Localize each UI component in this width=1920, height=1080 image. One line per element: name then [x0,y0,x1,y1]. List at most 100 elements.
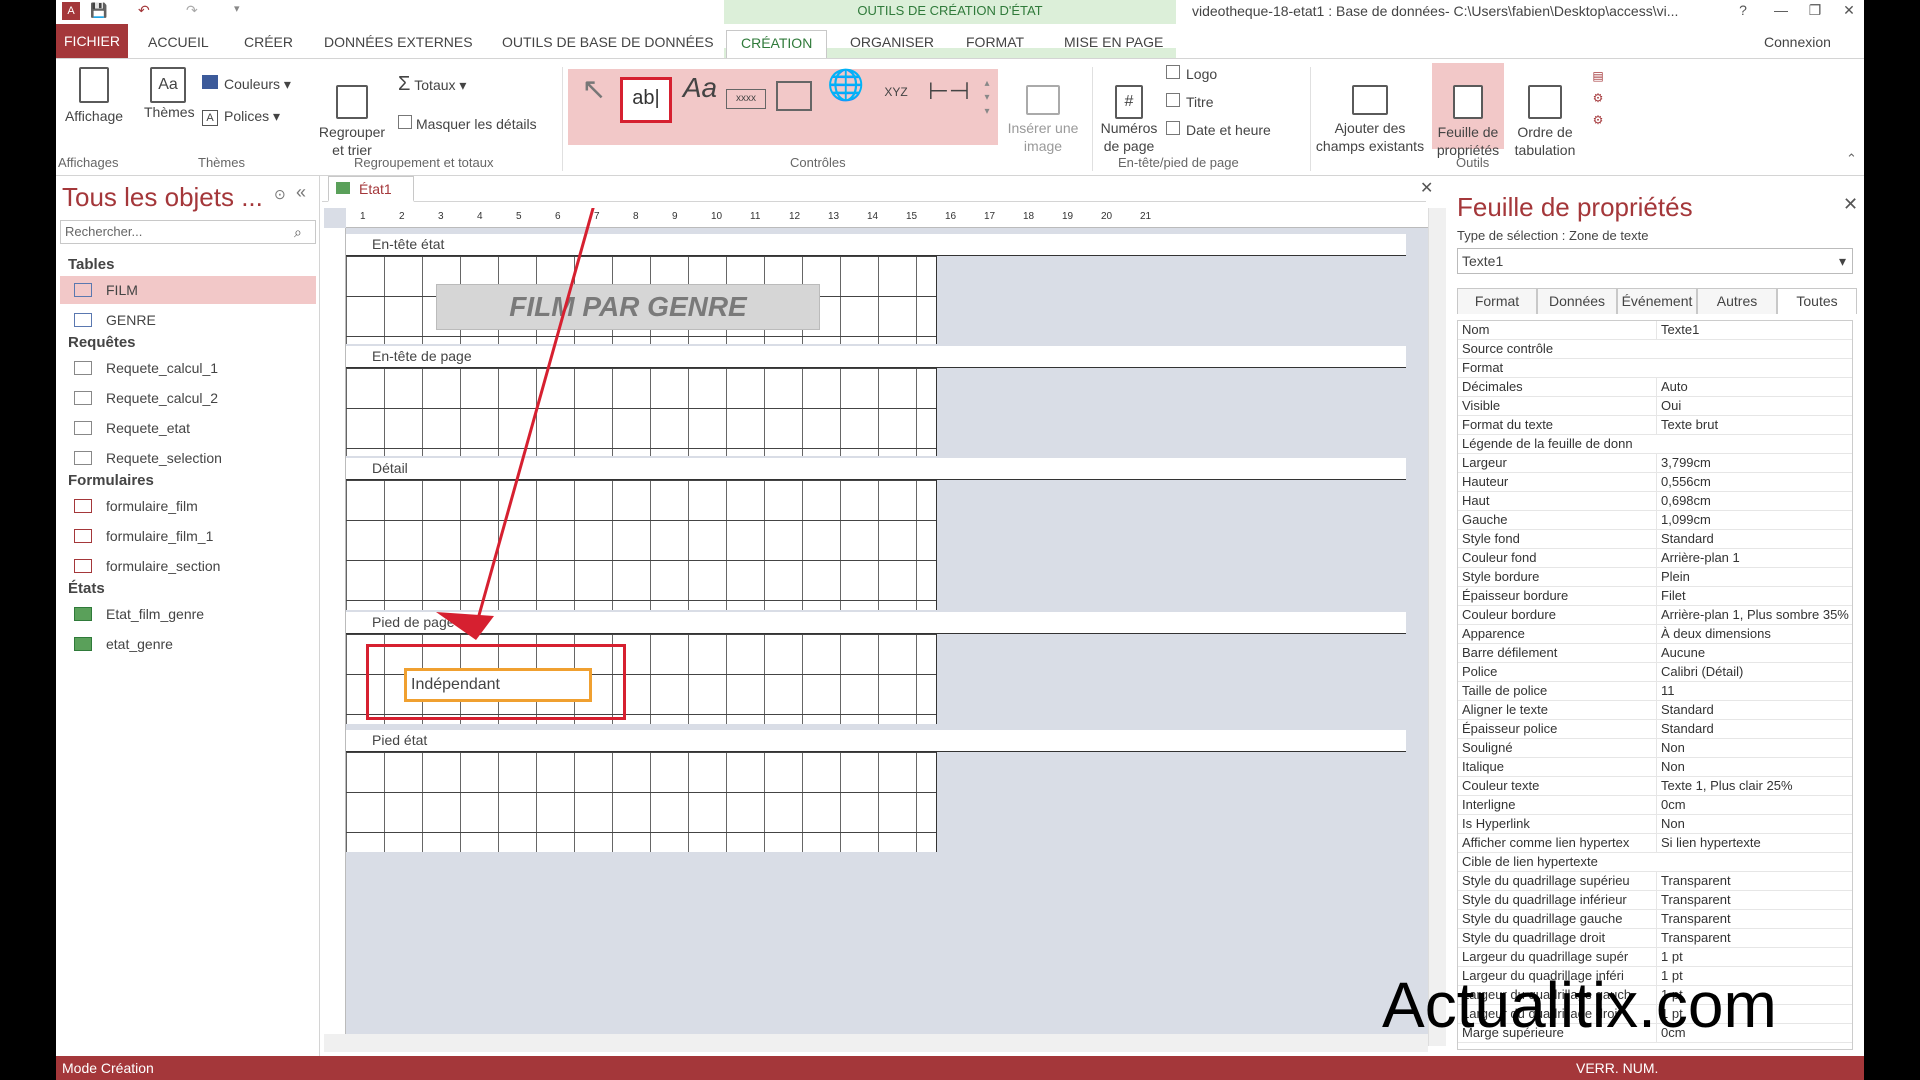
inserer-image-button[interactable]: Insérer une image [1000,67,1086,173]
tab-toutes[interactable]: Toutes [1777,288,1857,314]
property-value[interactable]: Standard [1656,530,1852,548]
property-value[interactable]: Arrière-plan 1, Plus sombre 35% [1656,606,1852,624]
property-value[interactable]: Standard [1656,720,1852,738]
tab-accueil[interactable]: ACCUEIL [146,30,211,58]
property-row[interactable]: Couleur texte Texte 1, Plus clair 25% [1458,777,1852,796]
property-value[interactable]: 0cm [1656,796,1852,814]
tab-format[interactable]: Format [1457,288,1537,314]
property-value[interactable]: Si lien hypertexte [1656,834,1852,852]
close-window-button[interactable]: ✕ [1834,0,1864,22]
property-row[interactable]: Gauche 1,099cm [1458,511,1852,530]
property-row[interactable]: Souligné Non [1458,739,1852,758]
nav-item-genre[interactable]: GENRE [60,306,316,334]
property-value[interactable]: Oui [1656,397,1852,415]
property-row[interactable]: Couleur bordure Arrière-plan 1, Plus somb… [1458,606,1852,625]
button-tool-button[interactable]: xxxx [726,89,766,109]
property-row[interactable]: Source contrôle [1458,340,1852,359]
tab-autres[interactable]: Autres [1697,288,1777,314]
tab-format[interactable]: FORMAT [964,30,1026,58]
property-row[interactable]: Interligne 0cm [1458,796,1852,815]
tab-organiser[interactable]: ORGANISER [848,30,936,58]
minimize-button[interactable]: — [1766,0,1796,22]
property-value[interactable]: 0,698cm [1656,492,1852,510]
property-row[interactable]: Style du quadrillage droit Transparent [1458,929,1852,948]
property-value[interactable]: Texte1 [1656,321,1852,339]
affichage-button[interactable]: Affichage [58,67,130,125]
property-row[interactable]: Décimales Auto [1458,378,1852,397]
property-value[interactable]: Transparent [1656,891,1852,909]
nav-item-report[interactable]: etat_genre [60,630,316,658]
property-value[interactable]: 1,099cm [1656,511,1852,529]
property-row[interactable]: Épaisseur bordure Filet [1458,587,1852,606]
property-value[interactable]: Auto [1656,378,1852,396]
nav-item-query[interactable]: Requete_calcul_1 [60,354,316,382]
couleurs-button[interactable]: Couleurs ▾ [202,75,302,93]
tab-creation[interactable]: CRÉATION [726,30,828,58]
property-row[interactable]: Taille de police 11 [1458,682,1852,701]
property-value[interactable]: Transparent [1656,872,1852,890]
property-row[interactable]: Style du quadrillage inférieur Transparen… [1458,891,1852,910]
property-row[interactable]: Largeur 3,799cm [1458,454,1852,473]
polices-button[interactable]: A Polices ▾ [202,107,302,126]
totaux-button[interactable]: Σ Totaux ▾ [398,74,488,94]
collapse-ribbon-icon[interactable]: ⌃ [1846,151,1857,167]
property-row[interactable]: Légende de la feuille de donn [1458,435,1852,454]
property-row[interactable]: Afficher comme lien hypertex Si lien hype… [1458,834,1852,853]
property-value[interactable]: Transparent [1656,929,1852,947]
collapse-nav-icon[interactable]: « [296,182,306,203]
label-tool-button[interactable]: Aa [680,74,720,102]
select-pointer-icon[interactable]: ↖ [576,75,612,105]
property-value[interactable]: Filet [1656,587,1852,605]
nav-dropdown-icon[interactable]: ⊙ [274,186,286,203]
property-value[interactable]: Calibri (Détail) [1656,663,1852,681]
property-value[interactable]: Plein [1656,568,1852,586]
logo-button[interactable]: Logo [1166,65,1276,83]
nav-group-tables[interactable]: Tables [68,256,114,273]
vertical-scrollbar[interactable] [1428,208,1446,1046]
tools-small-icons[interactable]: ▤ ⚙ ⚙ [1588,65,1608,131]
restore-button[interactable]: ❐ [1800,0,1830,22]
tab-donnees-externes[interactable]: DONNÉES EXTERNES [322,30,475,58]
property-row[interactable]: Style du quadrillage gauche Transparent [1458,910,1852,929]
property-row[interactable]: Police Calibri (Détail) [1458,663,1852,682]
property-row[interactable]: Hauteur 0,556cm [1458,473,1852,492]
property-row[interactable]: Aligner le texte Standard [1458,701,1852,720]
property-row[interactable]: Italique Non [1458,758,1852,777]
hyperlink-globe-icon[interactable]: 🌐 [826,71,866,101]
property-row[interactable]: Style fond Standard [1458,530,1852,549]
customize-qat-icon[interactable]: ▾ [234,2,240,20]
property-value[interactable]: Texte 1, Plus clair 25% [1656,777,1852,795]
nav-item-form[interactable]: formulaire_film [60,492,316,520]
property-value[interactable]: Aucune [1656,644,1852,662]
redo-icon[interactable]: ↷ [186,2,198,20]
property-row[interactable]: Format [1458,359,1852,378]
tab-fichier[interactable]: FICHIER [56,24,128,58]
nav-group-formulaires[interactable]: Formulaires [68,472,154,489]
property-value[interactable]: Non [1656,815,1852,833]
property-value[interactable]: Arrière-plan 1 [1656,549,1852,567]
property-row[interactable]: Largeur du quadrillage supér 1 pt [1458,948,1852,967]
ordre-tabulation-button[interactable]: Ordre de tabulation [1508,67,1582,177]
nav-group-requetes[interactable]: Requêtes [68,334,136,351]
property-value[interactable]: 11 [1656,682,1852,700]
feuille-proprietes-button[interactable]: Feuille de propriétés [1432,63,1504,158]
property-value[interactable]: 1 pt [1656,948,1852,966]
help-button[interactable]: ? [1728,0,1758,22]
property-row[interactable]: Is Hyperlink Non [1458,815,1852,834]
nav-group-etats[interactable]: États [68,580,105,597]
save-icon[interactable]: 💾 [90,2,107,20]
report-design-canvas[interactable]: 1 2 3 4 5 6 7 8 9 10 11 12 13 14 15 16 17 18 19 20 21 En-têt… [324,208,1428,1046]
property-row[interactable]: Style bordure Plein [1458,568,1852,587]
tab-donnees[interactable]: Données [1537,288,1617,314]
property-row[interactable]: Épaisseur police Standard [1458,720,1852,739]
date-heure-button[interactable]: Date et heure [1166,121,1296,139]
horizontal-scrollbar[interactable] [324,1034,1428,1052]
property-value[interactable]: Transparent [1656,910,1852,928]
tab-creer[interactable]: CRÉER [242,30,295,58]
property-value[interactable]: Standard [1656,701,1852,719]
nav-item-query[interactable]: Requete_selection [60,444,316,472]
nav-search-input[interactable]: Rechercher... [60,220,316,244]
nav-item-form[interactable]: formulaire_film_1 [60,522,316,550]
property-value[interactable]: À deux dimensions [1656,625,1852,643]
tab-outils-bdd[interactable]: OUTILS DE BASE DE DONNÉES [500,30,716,58]
